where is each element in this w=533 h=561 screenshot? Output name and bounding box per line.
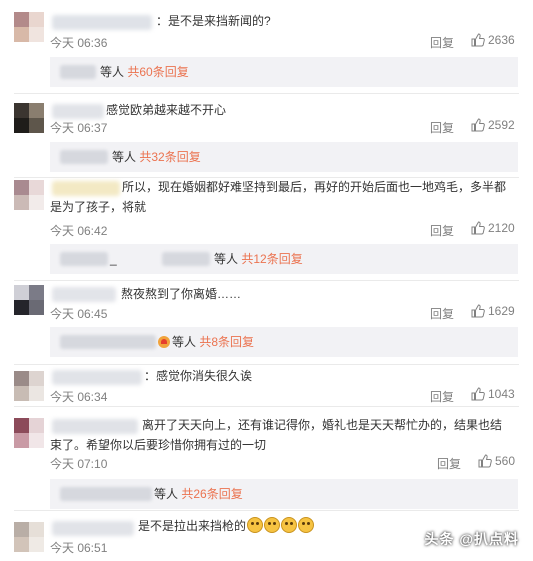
- laughing-emoji-icon: [281, 517, 298, 533]
- sub-replies-box[interactable]: _ 等人 共12条回复: [50, 244, 518, 274]
- comment-item: 所以，现在婚姻都好难坚持到最后，再好的开始后面也一地鸡毛，多半都是为了孩子，将就…: [0, 177, 533, 281]
- username-blurred[interactable]: [52, 370, 142, 385]
- like-count: 1629: [488, 304, 515, 318]
- avatar[interactable]: [14, 522, 44, 552]
- comment-feed: ：是不是来挡新闻的? 今天 06:36 回复 2636 等人 共60条回复 感觉…: [0, 0, 533, 561]
- sub-replies-box[interactable]: 等人 共32条回复: [50, 142, 518, 172]
- reply-button[interactable]: 回复: [430, 34, 454, 51]
- avatar[interactable]: [14, 180, 44, 210]
- reply-button[interactable]: 回复: [430, 119, 454, 136]
- view-replies-link[interactable]: 共26条回复: [181, 487, 242, 501]
- avatar[interactable]: [14, 285, 44, 315]
- comment-text: 感觉欧弟越来越不开心: [106, 103, 227, 117]
- like-count: 2636: [488, 33, 515, 47]
- sub-replies-box[interactable]: 等人 共60条回复: [50, 57, 518, 87]
- reply-button[interactable]: 回复: [430, 305, 454, 322]
- sub-replies-prefix: _: [110, 252, 117, 266]
- watermark: 头条 @扒点料: [424, 531, 519, 547]
- comment-text: 所以，现在婚姻都好难坚持到最后，再好的开始后面也一地鸡毛，多半都是为了孩子，将就: [50, 180, 507, 214]
- thumbs-up-icon: [471, 387, 485, 401]
- comment-time: 今天 06:36: [50, 36, 108, 50]
- reply-button[interactable]: 回复: [437, 455, 461, 472]
- comment-item: ：感觉你消失很久诶 今天 06:34 回复 1043: [0, 364, 533, 404]
- username-blurred[interactable]: [52, 521, 134, 536]
- sub-replies-box[interactable]: 等人 共26条回复: [50, 479, 518, 509]
- thumbs-up-icon: [471, 118, 485, 132]
- heart-emoji-icon: [158, 336, 170, 348]
- view-replies-link[interactable]: 共60条回复: [127, 65, 188, 79]
- like-button[interactable]: 2636: [471, 33, 515, 47]
- comment-text: ：是不是来挡新闻的?: [156, 14, 271, 28]
- like-button[interactable]: 2592: [471, 118, 515, 132]
- comment-text: 熬夜熬到了你离婚……: [121, 287, 242, 301]
- like-count: 2120: [488, 221, 515, 235]
- avatar[interactable]: [14, 418, 44, 448]
- sub-replies-suffix: 等人: [154, 487, 179, 501]
- sub-replies-suffix: 等人: [100, 65, 125, 79]
- like-button[interactable]: 560: [478, 454, 515, 468]
- like-count: 2592: [488, 118, 515, 132]
- thumbs-up-icon: [471, 221, 485, 235]
- comment-item: 熬夜熬到了你离婚…… 今天 06:45 回复 1629 等人 共8条回复: [0, 280, 533, 365]
- comment-item: ：是不是来挡新闻的? 今天 06:36 回复 2636 等人 共60条回复: [0, 0, 533, 90]
- like-button[interactable]: 2120: [471, 221, 515, 235]
- comment-time: 今天 06:51: [50, 541, 108, 555]
- reply-button[interactable]: 回复: [430, 388, 454, 405]
- thumbs-up-icon: [478, 454, 492, 468]
- sub-replies-box[interactable]: 等人 共8条回复: [50, 327, 518, 357]
- view-replies-link[interactable]: 共8条回复: [199, 335, 254, 349]
- like-count: 1043: [488, 387, 515, 401]
- comment-text: 离开了天天向上，还有谁记得你，婚礼也是天天帮忙办的，结果也结束了。希望你以后要珍…: [50, 418, 503, 452]
- comment-time: 今天 06:34: [50, 390, 108, 404]
- laughing-emoji-icon: [264, 517, 281, 533]
- comment-time: 今天 07:10: [50, 457, 108, 471]
- comment-text: ：感觉你消失很久诶: [144, 369, 253, 383]
- comment-time: 今天 06:42: [50, 224, 108, 238]
- thumbs-up-icon: [471, 33, 485, 47]
- thumbs-up-icon: [471, 304, 485, 318]
- like-count: 560: [495, 454, 516, 468]
- avatar[interactable]: [14, 12, 44, 42]
- laughing-emoji-icon: [298, 517, 315, 533]
- comment-item: 感觉欧弟越来越不开心 今天 06:37 回复 2592 等人 共32条回复: [0, 93, 533, 178]
- like-button[interactable]: 1629: [471, 304, 515, 318]
- username-blurred[interactable]: [52, 15, 152, 30]
- avatar[interactable]: [14, 371, 44, 401]
- view-replies-link[interactable]: 共32条回复: [139, 150, 200, 164]
- sub-replies-suffix: 等人: [112, 150, 137, 164]
- comment-time: 今天 06:45: [50, 307, 108, 321]
- like-button[interactable]: 1043: [471, 387, 515, 401]
- sub-replies-suffix: 等人: [172, 335, 197, 349]
- sub-replies-suffix: 等人: [214, 252, 239, 266]
- username-blurred[interactable]: [52, 104, 104, 119]
- reply-button[interactable]: 回复: [430, 222, 454, 239]
- laughing-emoji-icon: [247, 517, 264, 533]
- avatar[interactable]: [14, 103, 44, 133]
- view-replies-link[interactable]: 共12条回复: [241, 252, 302, 266]
- comment-item: 离开了天天向上，还有谁记得你，婚礼也是天天帮忙办的，结果也结束了。希望你以后要珍…: [0, 406, 533, 510]
- username-blurred[interactable]: [52, 287, 116, 302]
- comment-time: 今天 06:37: [50, 121, 108, 135]
